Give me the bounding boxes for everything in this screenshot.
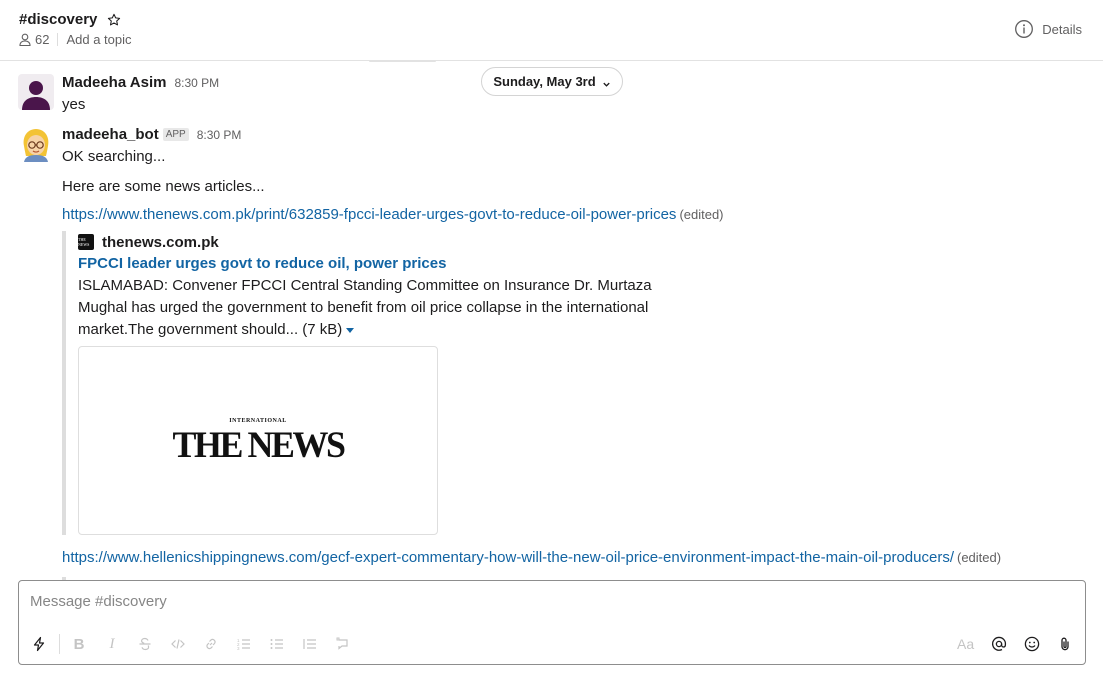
timestamp[interactable]: 8:30 PM — [174, 76, 219, 90]
avatar[interactable] — [18, 74, 54, 110]
blockquote-icon[interactable] — [301, 635, 319, 653]
message-link-line: https://www.thenews.com.pk/print/632859-… — [62, 204, 724, 226]
article-link[interactable]: https://www.thenews.com.pk/print/632859-… — [62, 206, 676, 223]
link-icon[interactable] — [202, 635, 220, 653]
scroll-divider — [369, 60, 436, 62]
mention-icon[interactable] — [990, 635, 1008, 653]
channel-name[interactable]: #discovery — [19, 11, 97, 28]
italic-icon[interactable]: I — [103, 635, 121, 653]
timestamp[interactable]: 8:30 PM — [197, 128, 242, 142]
bold-icon[interactable]: B — [70, 635, 88, 653]
bot-avatar[interactable] — [18, 126, 54, 162]
star-icon[interactable] — [107, 13, 121, 27]
details-label: Details — [1042, 21, 1082, 37]
message-composer[interactable]: Message #discovery B I 123 Aa — [18, 580, 1086, 665]
sender-name[interactable]: madeeha_bot — [62, 126, 159, 143]
ordered-list-icon[interactable]: 123 — [235, 635, 253, 653]
message-text: yes — [62, 96, 86, 113]
strikethrough-icon[interactable] — [136, 635, 154, 653]
caret-down-icon[interactable] — [346, 327, 355, 333]
bulleted-list-icon[interactable] — [268, 635, 286, 653]
sender-name[interactable]: Madeeha Asim — [62, 74, 166, 91]
message-header: madeeha_bot APP 8:30 PM — [62, 126, 1092, 146]
emoji-icon[interactable] — [1023, 635, 1041, 653]
message-link-line: https://www.hellenicshippingnews.com/gec… — [62, 547, 1001, 569]
message-body: madeeha_bot APP 8:30 PM OK searching... … — [62, 126, 1092, 198]
preview-image[interactable]: INTERNATIONAL THE NEWS — [78, 346, 438, 535]
composer-toolbar: B I 123 Aa — [19, 624, 1085, 664]
preview-description: ISLAMABAD: Convener FPCCI Central Standi… — [78, 275, 658, 341]
attachment-icon[interactable] — [1056, 635, 1074, 653]
toolbar-divider — [59, 634, 60, 654]
svg-text:3: 3 — [237, 646, 240, 651]
channel-title-row: #discovery — [19, 11, 121, 28]
message-text: Here are some news articles... — [62, 178, 265, 195]
link-preview: THE NEWS thenews.com.pk FPCCI leader urg… — [62, 231, 682, 535]
channel-meta: 62 Add a topic — [19, 32, 132, 47]
code-icon[interactable] — [169, 635, 187, 653]
formatting-toggle-button[interactable]: Aa — [957, 636, 974, 652]
preview-site-row: THE NEWS thenews.com.pk — [78, 232, 682, 252]
article-link[interactable]: https://www.hellenicshippingnews.com/gec… — [62, 549, 954, 566]
details-button[interactable]: Details — [1014, 19, 1082, 39]
shortcuts-lightning-icon[interactable] — [30, 635, 48, 653]
message-header: Madeeha Asim 8:30 PM — [62, 74, 1092, 94]
members-icon[interactable] — [19, 33, 31, 47]
add-topic-link[interactable]: Add a topic — [66, 32, 131, 47]
preview-size: (7 kB) — [302, 321, 343, 338]
message-body: Madeeha Asim 8:30 PM yes — [62, 74, 1092, 116]
site-favicon-icon: THE NEWS — [78, 234, 94, 250]
info-icon — [1014, 19, 1034, 39]
meta-divider — [57, 33, 59, 46]
code-block-icon[interactable] — [334, 635, 352, 653]
message-input[interactable]: Message #discovery — [30, 593, 167, 610]
logo-title: THE NEWS — [172, 425, 346, 466]
member-count[interactable]: 62 — [35, 32, 49, 47]
channel-header: #discovery 62 Add a topic Details — [0, 0, 1103, 61]
message-text: OK searching... — [62, 148, 166, 165]
edited-label: (edited) — [957, 550, 1002, 565]
preview-description-text: ISLAMABAD: Convener FPCCI Central Standi… — [78, 277, 652, 338]
preview-site-name: thenews.com.pk — [102, 233, 219, 251]
app-badge: APP — [162, 128, 189, 141]
edited-label: (edited) — [679, 207, 724, 222]
preview-title-link[interactable]: FPCCI leader urges govt to reduce oil, p… — [78, 253, 682, 275]
